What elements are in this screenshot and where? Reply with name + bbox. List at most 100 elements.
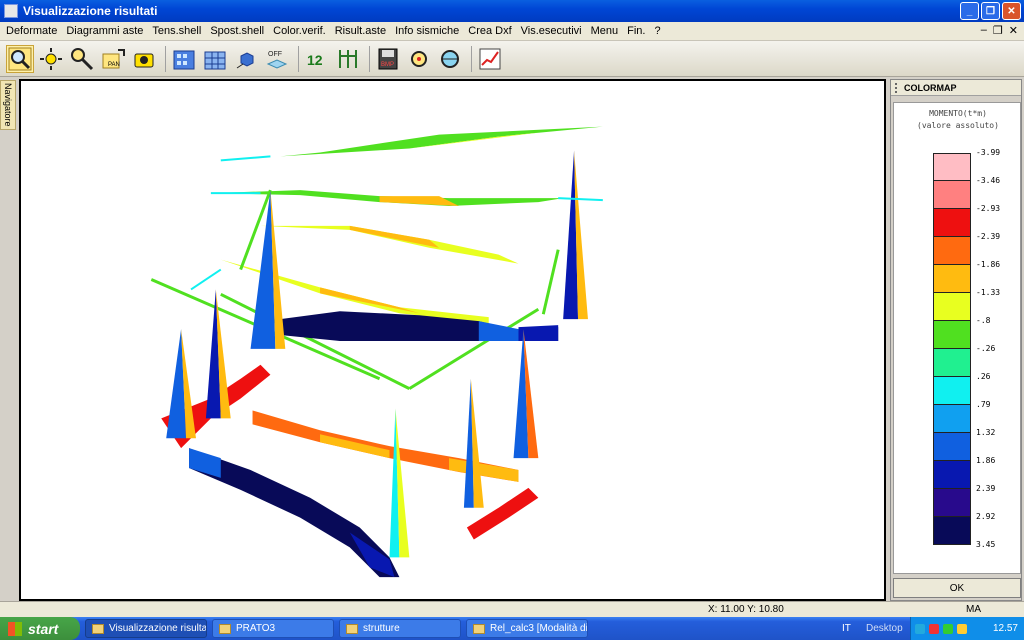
mdi-close-button[interactable]: ✕: [1009, 24, 1018, 37]
menu-risult-aste[interactable]: Risult.aste: [335, 25, 386, 37]
colormap-tick-label: 2.92: [976, 512, 996, 521]
navigator-tab[interactable]: Navigatore: [0, 80, 16, 130]
colormap-swatch: [933, 405, 971, 433]
colormap-swatch: [933, 461, 971, 489]
document-icon: [473, 623, 485, 634]
menu-bar: Deformate Diagrammi aste Tens.shell Spos…: [0, 22, 1024, 41]
colormap-swatch: [933, 489, 971, 517]
colormap-swatch: [933, 433, 971, 461]
menu-help[interactable]: ?: [654, 25, 660, 37]
desktop-toolbar[interactable]: Desktop: [866, 623, 903, 634]
colormap-tick-label: -3.99: [976, 148, 1001, 157]
inspect-icon[interactable]: [405, 45, 433, 73]
menu-vis-esecutivi[interactable]: Vis.esecutivi: [521, 25, 582, 37]
menu-crea-dxf[interactable]: Crea Dxf: [468, 25, 511, 37]
mdi-controls: – ❐ ✕: [981, 24, 1018, 37]
network-icon[interactable]: [915, 623, 925, 634]
colormap-tick-label: -1.86: [976, 260, 1001, 269]
task-visualizzazione[interactable]: Visualizzazione risultati: [85, 619, 207, 638]
taskbar: start Visualizzazione risultati PRATO3 s…: [0, 617, 1024, 640]
colormap-swatch: [933, 293, 971, 321]
start-button[interactable]: start: [0, 617, 80, 640]
security-icon[interactable]: [929, 623, 939, 634]
colormap-panel: COLORMAP MOMENTO(t*m) (valore assoluto) …: [890, 79, 1022, 601]
colormap-tick-label: 1.86: [976, 456, 996, 465]
colormap-tick-label: .79: [976, 400, 991, 409]
colormap-swatch: [933, 209, 971, 237]
volume-icon[interactable]: [957, 623, 967, 634]
ok-button[interactable]: OK: [893, 578, 1021, 598]
colormap-tick-label: -2.39: [976, 232, 1001, 241]
mdi-restore-button[interactable]: ❐: [993, 24, 1003, 37]
colormap-tick-label: 3.45: [976, 540, 996, 549]
cursor-coordinates: X: 11.00 Y: 10.80: [708, 604, 784, 615]
grip-icon: [895, 82, 899, 93]
svg-text:BMP: BMP: [381, 62, 394, 68]
zoom-sun-icon[interactable]: [37, 45, 65, 73]
close-button[interactable]: ✕: [1002, 2, 1021, 20]
svg-text:PAN: PAN: [108, 62, 120, 68]
colormap-swatch: [933, 181, 971, 209]
toolbar-separator: [471, 45, 472, 72]
colormap-legend: MOMENTO(t*m) (valore assoluto) -3.99 -3.4…: [893, 102, 1021, 574]
navy-beam-middle: [280, 311, 559, 341]
app-icon: [92, 623, 104, 634]
menu-diagrammi-aste[interactable]: Diagrammi aste: [66, 25, 143, 37]
colormap-swatch: [933, 265, 971, 293]
toolbar-separator: [369, 45, 370, 72]
menu-spost-shell[interactable]: Spost.shell: [210, 25, 264, 37]
colormap-swatch: [933, 153, 971, 181]
zoom-out-icon[interactable]: [68, 45, 96, 73]
restore-button[interactable]: ❐: [981, 2, 1000, 20]
svg-text:12: 12: [307, 52, 323, 68]
update-icon[interactable]: [943, 623, 953, 634]
inspect-zoom-icon[interactable]: [436, 45, 464, 73]
frame-axes-icon[interactable]: [334, 45, 362, 73]
menu-deformate[interactable]: Deformate: [6, 25, 57, 37]
zoom-window-icon[interactable]: [6, 44, 34, 73]
colormap-tick-label: 2.39: [976, 484, 996, 493]
pan-icon[interactable]: PAN: [99, 45, 127, 73]
menu-info-sismiche[interactable]: Info sismiche: [395, 25, 459, 37]
menu-tens-shell[interactable]: Tens.shell: [152, 25, 201, 37]
colormap-tick-label: -.26: [976, 344, 996, 353]
system-tray: 12.57: [910, 617, 1024, 640]
colormap-swatch: [933, 349, 971, 377]
task-strutture[interactable]: strutture: [339, 619, 461, 638]
colormap-tick-label: -3.46: [976, 176, 1001, 185]
app-icon: [4, 4, 18, 18]
mdi-minimize-button[interactable]: –: [981, 24, 987, 37]
building-view-icon[interactable]: [170, 45, 198, 73]
menu-color-verif[interactable]: Color.verif.: [273, 25, 326, 37]
folder-icon: [346, 623, 358, 634]
menu-fin[interactable]: Fin.: [627, 25, 645, 37]
svg-text:OFF: OFF: [268, 51, 282, 58]
navy-beam-lower: [189, 448, 400, 578]
building-frame-icon[interactable]: [201, 45, 229, 73]
task-prato3[interactable]: PRATO3: [212, 619, 334, 638]
window-title: Visualizzazione risultati: [23, 4, 158, 18]
colormap-swatch: [933, 517, 971, 545]
cube-axes-icon[interactable]: [232, 45, 260, 73]
chart-icon[interactable]: [476, 45, 504, 73]
colormap-swatch: [933, 377, 971, 405]
off-icon[interactable]: OFF: [263, 45, 291, 73]
colormap-swatch: [933, 237, 971, 265]
title-bar: Visualizzazione risultati _ ❐ ✕: [0, 0, 1024, 22]
camera-icon[interactable]: [130, 45, 158, 73]
menu-menu[interactable]: Menu: [591, 25, 619, 37]
result-viewport[interactable]: [19, 79, 886, 601]
task-rel-calc3[interactable]: Rel_calc3 [Modalità di...: [466, 619, 588, 638]
structure-moment-diagram: [150, 126, 603, 578]
colormap-tick-label: .26: [976, 372, 991, 381]
language-indicator[interactable]: IT: [842, 623, 851, 634]
toolbar-separator: [165, 45, 166, 72]
colormap-tick-label: -1.33: [976, 288, 1001, 297]
colormap-header: COLORMAP: [891, 80, 1021, 96]
colormap-tick-label: 1.32: [976, 428, 996, 437]
save-bmp-icon[interactable]: BMP: [374, 45, 402, 73]
minimize-button[interactable]: _: [960, 2, 979, 20]
colormap-title: MOMENTO(t*m) (valore assoluto): [917, 109, 999, 130]
toolbar: PAN OFF 12 BMP: [0, 41, 1024, 77]
numbers-icon[interactable]: 12: [303, 45, 331, 73]
